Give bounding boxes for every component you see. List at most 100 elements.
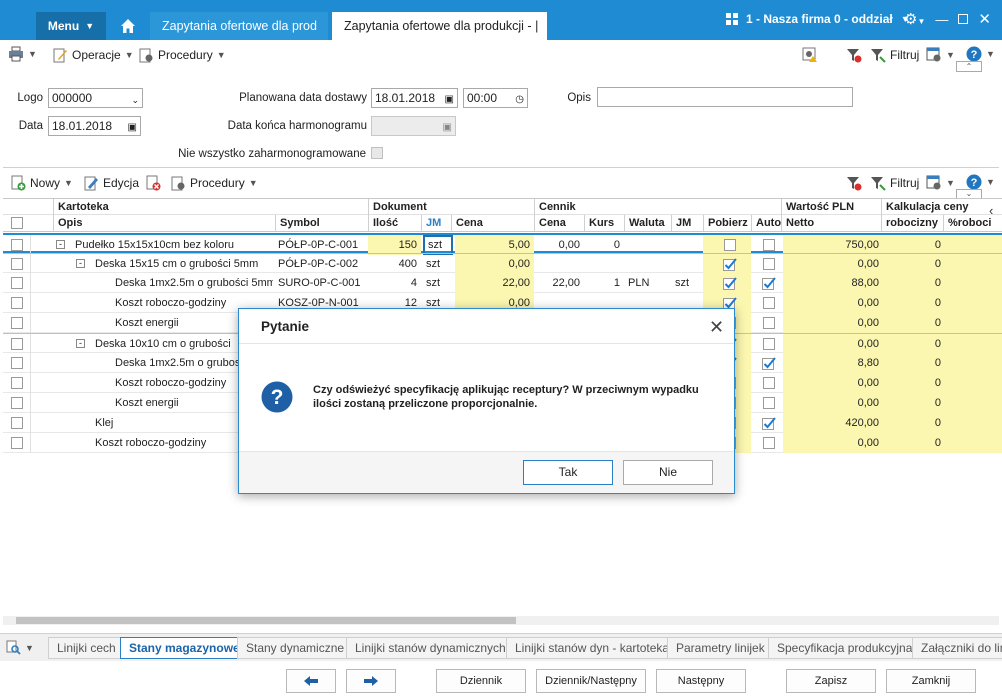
collapse-icon[interactable]: - [76, 339, 85, 348]
cell-jm[interactable]: szt [423, 273, 453, 293]
col-cennik-jm[interactable]: JM [671, 215, 703, 231]
calendar-icon[interactable]: ▣ [128, 119, 137, 137]
operacje-button[interactable]: Operacje ▼ [52, 47, 134, 63]
auto-checkbox-checked[interactable] [762, 416, 776, 430]
table-row[interactable]: Deska 1mx2.5m o grubości 5mm SURO-0P-C-00… [3, 273, 1002, 293]
row-checkbox[interactable] [11, 357, 23, 369]
procedury-button[interactable]: Procedury ▼ [138, 47, 226, 63]
col-proc-robocizny[interactable]: %robociz [943, 215, 991, 231]
company-selector[interactable]: 1 - Nasza firma 0 - oddział ▼ [726, 12, 910, 26]
maximize-icon[interactable] [958, 14, 969, 24]
col-opis[interactable]: Opis [53, 215, 275, 231]
print-button[interactable]: ▼ [8, 46, 37, 62]
auto-checkbox[interactable] [763, 258, 775, 270]
pobierz-checkbox-checked[interactable] [723, 276, 737, 290]
cell-ilosc[interactable]: 150 [368, 235, 421, 255]
yes-button[interactable]: Tak [523, 460, 613, 485]
pobierz-checkbox[interactable] [724, 239, 736, 251]
collapse-icon[interactable]: - [56, 240, 65, 249]
no-button[interactable]: Nie [623, 460, 713, 485]
tab-specyfikacja[interactable]: Specyfikacja produkcyjna [768, 637, 922, 659]
row-checkbox[interactable] [11, 277, 23, 289]
tab-stany-dynamiczne[interactable]: Stany dynamiczne [237, 637, 354, 659]
warning-settings-button[interactable] [802, 47, 818, 63]
col-robocizny[interactable]: robocizny [881, 215, 943, 231]
menu-button[interactable]: Menu ▼ [36, 12, 106, 40]
clear-filter-button[interactable] [846, 47, 862, 63]
edycja-button[interactable]: Edycja [83, 175, 139, 191]
row-checkbox[interactable] [11, 317, 23, 329]
auto-checkbox[interactable] [763, 397, 775, 409]
auto-checkbox[interactable] [763, 377, 775, 389]
auto-checkbox[interactable] [763, 317, 775, 329]
auto-checkbox-checked[interactable] [762, 356, 776, 370]
help-button[interactable]: ? ▼ [966, 46, 995, 62]
delete-button[interactable] [145, 175, 161, 191]
clock-icon[interactable]: ◷ [515, 91, 524, 109]
auto-checkbox-checked[interactable] [762, 276, 776, 290]
planned-time-field[interactable]: 00:00 ◷ [463, 88, 528, 108]
tab-zalaczniki[interactable]: Załączniki do lin [912, 637, 1002, 659]
tab-linijki-stanow-dyn[interactable]: Linijki stanów dynamicznych [346, 637, 515, 659]
help2-button[interactable]: ? ▼ [966, 174, 995, 190]
col-netto[interactable]: Netto [781, 215, 881, 231]
collapse-chevron-up-icon[interactable]: ⌃ [956, 61, 982, 72]
close-icon[interactable]: ✕ [709, 317, 724, 338]
tab-parametry-linijek[interactable]: Parametry linijek [667, 637, 774, 659]
search-dropdown[interactable]: ▼ [6, 640, 34, 656]
planned-date-field[interactable]: 18.01.2018 ▣ [371, 88, 458, 108]
auto-checkbox[interactable] [763, 297, 775, 309]
cell-jm[interactable]: szt [423, 235, 453, 255]
filter-button[interactable]: Filtruj [870, 47, 919, 63]
tab-linijki-stanow-kartoteka[interactable]: Linijki stanów dyn - kartoteka [506, 637, 679, 659]
data-field[interactable]: 18.01.2018 ▣ [48, 116, 141, 136]
table-row[interactable]: - Pudełko 15x15x10cm bez koloru PÓŁP-0P-C-… [3, 233, 1002, 255]
view-settings-button[interactable]: ▼ [926, 47, 955, 63]
scroll-left-icon[interactable]: ‹ [989, 203, 993, 218]
col-kurs[interactable]: Kurs [584, 215, 624, 231]
dziennik-button[interactable]: Dziennik [436, 669, 526, 693]
cell-cena[interactable]: 22,00 [455, 273, 534, 293]
view-settings2-button[interactable]: ▼ [926, 175, 955, 191]
tab-zapytania-2[interactable]: Zapytania ofertowe dla produkcji - | [332, 12, 547, 40]
col-cennik-cena[interactable]: Cena [534, 215, 584, 231]
row-checkbox[interactable] [11, 338, 23, 350]
select-all-checkbox[interactable] [11, 217, 23, 229]
horizontal-scrollbar[interactable] [3, 616, 999, 625]
row-checkbox[interactable] [11, 417, 23, 429]
auto-checkbox[interactable] [763, 239, 775, 251]
prev-button[interactable] [286, 669, 336, 693]
row-checkbox[interactable] [11, 437, 23, 449]
cell-cena[interactable]: 5,00 [455, 235, 534, 255]
col-auto[interactable]: Auto [751, 215, 781, 231]
zapisz-button[interactable]: Zapisz [786, 669, 876, 693]
clear-filter2-button[interactable] [846, 175, 862, 191]
col-cena[interactable]: Cena [451, 215, 534, 231]
cell-ilosc[interactable]: 400 [368, 254, 421, 274]
row-checkbox[interactable] [11, 258, 23, 270]
collapse-icon[interactable]: - [76, 259, 85, 268]
scrollbar-thumb[interactable] [16, 617, 516, 624]
gear-icon[interactable]: ⚙▼ [904, 10, 925, 28]
logo-select[interactable]: 000000 ⌄ [48, 88, 143, 108]
tab-zapytania-1[interactable]: Zapytania ofertowe dla prod [150, 12, 328, 40]
col-ilosc[interactable]: Ilość [368, 215, 421, 231]
next-arrow-button[interactable] [346, 669, 396, 693]
col-symbol[interactable]: Symbol [275, 215, 368, 231]
tab-stany-magazynowe[interactable]: Stany magazynowe [120, 637, 249, 659]
calendar-icon[interactable]: ▣ [445, 91, 454, 109]
tab-linijki-cech[interactable]: Linijki cech [48, 637, 125, 659]
filter2-button[interactable]: Filtruj [870, 175, 919, 191]
col-jm[interactable]: JM [421, 215, 451, 231]
home-tab[interactable] [108, 12, 148, 40]
minimize-icon[interactable]: — [935, 12, 948, 27]
cell-jm[interactable]: szt [423, 254, 453, 274]
auto-checkbox[interactable] [763, 338, 775, 350]
table-row[interactable]: - Deska 15x15 cm o grubości 5mm PÓŁP-0P-C-… [3, 253, 1002, 274]
pobierz-checkbox-checked[interactable] [723, 257, 737, 271]
nastepny-button[interactable]: Następny [656, 669, 746, 693]
zamknij-button[interactable]: Zamknij [886, 669, 976, 693]
row-checkbox[interactable] [11, 239, 23, 251]
cell-cena[interactable]: 0,00 [455, 254, 534, 274]
cell-ilosc[interactable]: 4 [368, 273, 421, 293]
